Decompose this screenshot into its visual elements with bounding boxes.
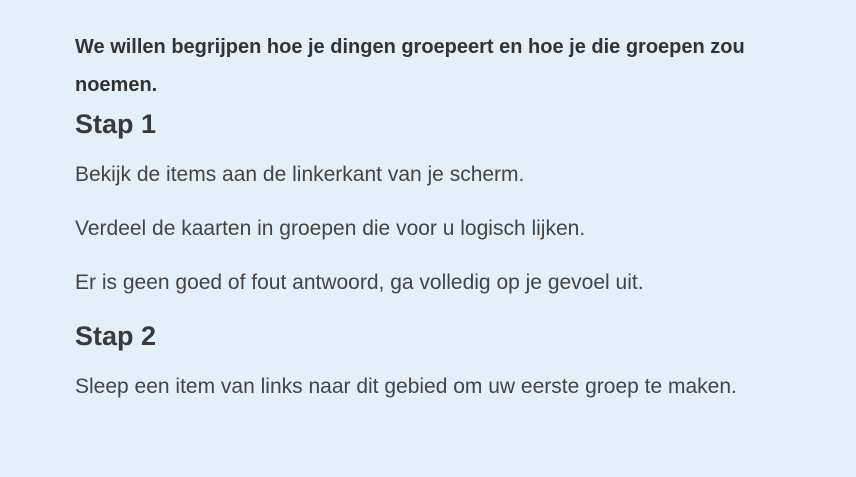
step-1-heading: Stap 1 bbox=[75, 109, 157, 139]
intro-text: We willen begrijpen hoe je dingen groepe… bbox=[75, 36, 745, 96]
instructions-drop-area[interactable]: We willen begrijpen hoe je dingen groepe… bbox=[0, 0, 856, 477]
step-1-paragraph: Bekijk de items aan de linkerkant van je… bbox=[75, 163, 525, 186]
step-2-heading: Stap 2 bbox=[75, 321, 157, 351]
step-1-paragraph: Er is geen goed of fout antwoord, ga vol… bbox=[75, 271, 644, 294]
step-1-paragraph: Verdeel de kaarten in groepen die voor u… bbox=[75, 217, 586, 240]
step-2-paragraph: Sleep een item van links naar dit gebied… bbox=[75, 375, 737, 398]
